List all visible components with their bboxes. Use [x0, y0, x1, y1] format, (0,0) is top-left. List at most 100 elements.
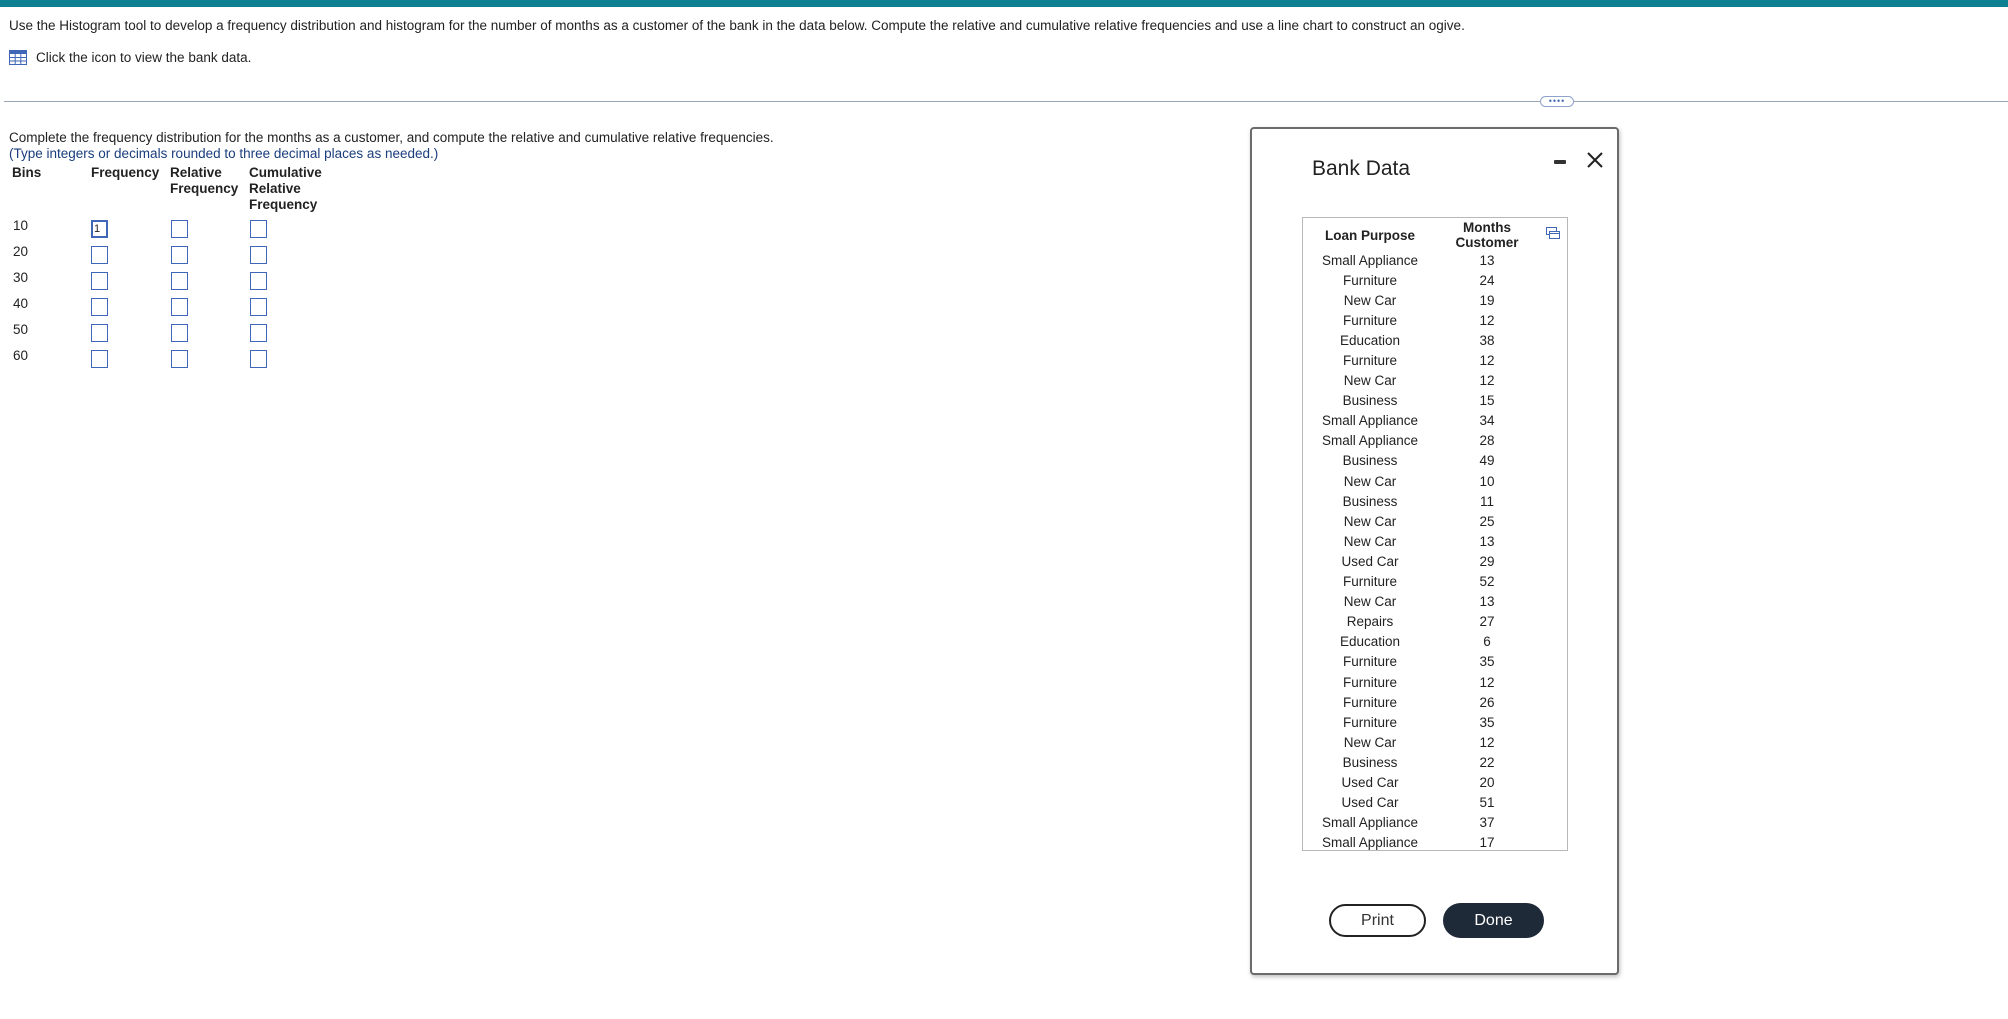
frequency-input[interactable]: [91, 350, 108, 368]
relative-frequency-input[interactable]: [171, 272, 188, 290]
months-customer-cell: 12: [1479, 353, 1495, 369]
months-customer-cell: 49: [1479, 453, 1495, 469]
loan-purpose-cell: New Car: [1343, 734, 1397, 750]
table-row: Used Car 29: [1310, 551, 1544, 571]
cumulative-relative-frequency-input[interactable]: [250, 272, 267, 290]
bin-label: 50: [13, 322, 29, 337]
header-frequency: Frequency: [91, 165, 160, 180]
cumulative-relative-frequency-input[interactable]: [250, 246, 267, 264]
loan-purpose-cell: Small Appliance: [1321, 433, 1419, 449]
relative-frequency-input[interactable]: [171, 220, 188, 238]
months-customer-cell: 28: [1479, 433, 1495, 449]
months-customer-cell: 27: [1479, 614, 1495, 630]
table-row: Business 22: [1310, 752, 1544, 772]
divider-handle[interactable]: ••••: [1540, 96, 1574, 107]
loan-purpose-cell: Education: [1339, 332, 1401, 348]
view-bank-data-link[interactable]: Click the icon to view the bank data.: [9, 50, 251, 65]
months-customer-cell: 13: [1479, 533, 1495, 549]
loan-purpose-cell: Used Car: [1341, 774, 1399, 790]
loan-purpose-cell: Used Car: [1341, 795, 1399, 811]
months-customer-cell: 51: [1479, 795, 1495, 811]
months-customer-cell: 12: [1479, 674, 1495, 690]
table-icon[interactable]: [9, 50, 27, 65]
bin-label: 30: [13, 270, 29, 285]
loan-purpose-cell: New Car: [1343, 513, 1397, 529]
months-customer-cell: 26: [1479, 694, 1495, 710]
loan-purpose-cell: New Car: [1343, 473, 1397, 489]
relative-frequency-input[interactable]: [171, 350, 188, 368]
loan-purpose-cell: Furniture: [1342, 574, 1398, 590]
frequency-input[interactable]: [91, 298, 108, 316]
table-row: Furniture 12: [1310, 672, 1544, 692]
header-relative-line2: Frequency: [170, 181, 239, 196]
table-row: Furniture 35: [1310, 652, 1544, 672]
frequency-input[interactable]: [91, 324, 108, 342]
relative-frequency-input[interactable]: [171, 298, 188, 316]
months-customer-cell: 25: [1479, 513, 1495, 529]
frequency-input[interactable]: [91, 272, 108, 290]
column-header-loan-purpose: Loan Purpose: [1324, 227, 1415, 243]
loan-purpose-cell: New Car: [1343, 533, 1397, 549]
header-cumulative-line3: Frequency: [249, 197, 318, 212]
table-row: Furniture 52: [1310, 572, 1544, 592]
table-row: Small Appliance 37: [1310, 813, 1544, 833]
table-row: Used Car 20: [1310, 772, 1544, 792]
months-customer-cell: 13: [1479, 252, 1495, 268]
loan-purpose-cell: Business: [1342, 493, 1398, 509]
months-customer-cell: 35: [1479, 654, 1495, 670]
months-customer-cell: 38: [1479, 332, 1495, 348]
loan-purpose-cell: Business: [1342, 754, 1398, 770]
table-row: Repairs 27: [1310, 612, 1544, 632]
section-divider: [4, 101, 2008, 102]
cumulative-relative-frequency-input[interactable]: [250, 220, 267, 238]
header-relative-frequency: Relative Frequency: [170, 165, 238, 197]
table-row: Education 38: [1310, 330, 1544, 350]
loan-purpose-cell: Furniture: [1342, 312, 1398, 328]
view-bank-data-label[interactable]: Click the icon to view the bank data.: [36, 50, 251, 65]
table-row: Furniture 24: [1310, 270, 1544, 290]
months-customer-cell: 22: [1479, 754, 1495, 770]
loan-purpose-cell: Used Car: [1341, 553, 1399, 569]
header-cumulative-line1: Cumulative: [249, 165, 322, 180]
table-row: Small Appliance 34: [1310, 411, 1544, 431]
minimize-icon[interactable]: [1553, 155, 1567, 169]
header-relative-line1: Relative: [170, 165, 222, 180]
loan-purpose-cell: New Car: [1343, 594, 1397, 610]
rounding-note: (Type integers or decimals rounded to th…: [9, 146, 439, 161]
relative-frequency-input[interactable]: [171, 246, 188, 264]
cumulative-relative-frequency-input[interactable]: [250, 324, 267, 342]
table-row: Small Appliance 28: [1310, 431, 1544, 451]
cumulative-relative-frequency-input[interactable]: [250, 298, 267, 316]
months-customer-cell: 20: [1479, 774, 1495, 790]
table-row: New Car 13: [1310, 531, 1544, 551]
bank-data-table-container: Loan Purpose Months Customer Small Appli…: [1302, 217, 1568, 851]
table-row: Furniture 12: [1310, 310, 1544, 330]
table-row: New Car 19: [1310, 290, 1544, 310]
cumulative-relative-frequency-input[interactable]: [250, 350, 267, 368]
months-customer-cell: 12: [1479, 312, 1495, 328]
relative-frequency-input[interactable]: [171, 324, 188, 342]
print-button[interactable]: Print: [1329, 904, 1426, 937]
loan-purpose-cell: Business: [1342, 393, 1398, 409]
table-row: Education 6: [1310, 632, 1544, 652]
part-prompt: Complete the frequency distribution for …: [9, 130, 774, 145]
done-button[interactable]: Done: [1443, 903, 1544, 938]
frequency-input[interactable]: [91, 246, 108, 264]
bin-label: 20: [13, 244, 29, 259]
bin-label: 60: [13, 348, 29, 363]
frequency-input[interactable]: [91, 220, 108, 238]
header-cumulative-relative-frequency: Cumulative Relative Frequency: [249, 165, 322, 213]
months-customer-cell: 34: [1479, 413, 1495, 429]
close-icon[interactable]: [1584, 149, 1606, 171]
table-row: Business 49: [1310, 451, 1544, 471]
bank-data-body: Small Appliance 13 Furniture 24 New Car 19 Fur…: [1310, 250, 1544, 853]
column-header-months-customer: Months Customer: [1455, 220, 1519, 250]
table-row: Furniture 26: [1310, 692, 1544, 712]
copy-table-icon[interactable]: [1546, 226, 1560, 239]
months-customer-cell: 35: [1479, 714, 1495, 730]
loan-purpose-cell: Furniture: [1342, 272, 1398, 288]
loan-purpose-cell: Furniture: [1342, 674, 1398, 690]
table-row: New Car 13: [1310, 592, 1544, 612]
table-row: New Car 12: [1310, 732, 1544, 752]
table-row: Business 15: [1310, 391, 1544, 411]
